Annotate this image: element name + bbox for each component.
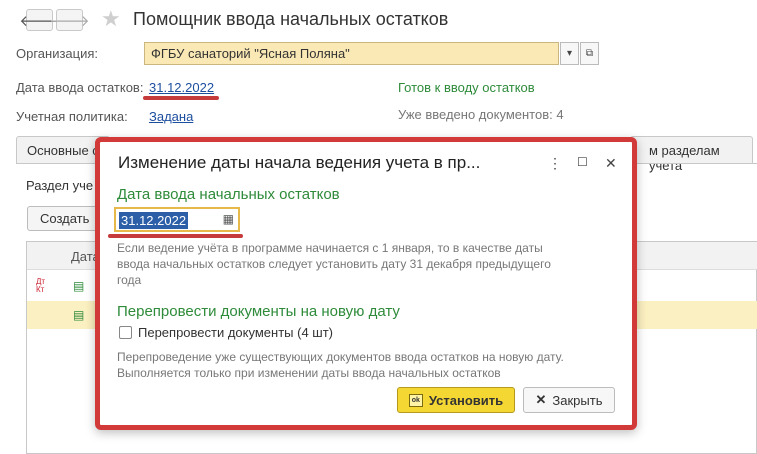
highlight-underline — [108, 234, 243, 238]
date-link[interactable]: 31.12.2022 — [149, 80, 214, 95]
docs-entered-count: Уже введено документов: 4 — [398, 107, 564, 122]
more-actions-icon[interactable]: ⋮ — [548, 155, 562, 172]
date-label: Дата ввода остатков: — [16, 80, 144, 95]
policy-label: Учетная политика: — [16, 109, 128, 124]
change-date-dialog: Изменение даты начала ведения учета в пр… — [95, 137, 637, 430]
repost-section-heading: Перепровести документы на новую дату — [117, 303, 400, 320]
document-icon: ▤ — [73, 308, 85, 322]
close-button[interactable]: ✕ Закрыть — [523, 387, 615, 413]
calendar-icon[interactable]: ▦ — [223, 212, 234, 226]
close-icon[interactable]: ✕ — [605, 155, 617, 172]
dt-kt-icon: Дт Кт — [36, 277, 46, 294]
date-value: 31.12.2022 — [119, 212, 189, 229]
forward-button[interactable]: 🡒 — [49, 9, 90, 31]
repost-checkbox[interactable] — [119, 326, 132, 339]
org-field[interactable]: ФГБУ санаторий "Ясная Поляна" — [144, 42, 559, 65]
ok-icon: ok — [408, 393, 423, 407]
open-window-icon: ⧉ — [585, 48, 594, 59]
policy-link[interactable]: Задана — [149, 109, 193, 124]
org-dropdown-button[interactable]: ▾ — [560, 42, 579, 65]
set-button[interactable]: ok Установить — [397, 387, 515, 413]
document-icon: ▤ — [73, 279, 85, 293]
highlight-underline — [143, 96, 219, 100]
close-x-icon: ✕ — [535, 392, 547, 407]
repost-hint-line-2: Выполняется только при изменении даты вв… — [117, 366, 501, 380]
create-button[interactable]: Создать — [27, 206, 103, 231]
org-open-button[interactable]: ⧉ — [580, 42, 599, 65]
date-input[interactable]: 31.12.2022 ▦ — [114, 207, 240, 232]
page-title: Помощник ввода начальных остатков — [133, 9, 449, 29]
maximize-icon[interactable]: ☐ — [577, 155, 588, 169]
favorite-star-icon[interactable]: ★ — [101, 6, 121, 32]
tab-sections[interactable]: м разделам учета — [630, 136, 753, 173]
repost-checkbox-label[interactable]: Перепровести документы (4 шт) — [138, 325, 333, 340]
section-label: Раздел уче — [26, 178, 94, 193]
date-section-heading: Дата ввода начальных остатков — [117, 186, 340, 203]
date-hint-line-3: года — [117, 273, 142, 287]
dialog-title: Изменение даты начала ведения учета в пр… — [118, 153, 481, 172]
status-ready: Готов к вводу остатков — [398, 80, 535, 95]
date-hint-line-2: ввода начальных остатков следует установ… — [117, 257, 551, 271]
repost-hint-line-1: Перепроведение уже существующих документ… — [117, 350, 564, 364]
close-button-label: Закрыть — [552, 392, 603, 408]
org-label: Организация: — [16, 46, 99, 61]
date-hint-line-1: Если ведение учёта в программе начинаетс… — [117, 241, 543, 255]
arrow-right-icon: 🡒 — [49, 12, 90, 30]
set-button-label: Установить — [428, 392, 504, 408]
chevron-down-icon: ▾ — [566, 48, 573, 59]
